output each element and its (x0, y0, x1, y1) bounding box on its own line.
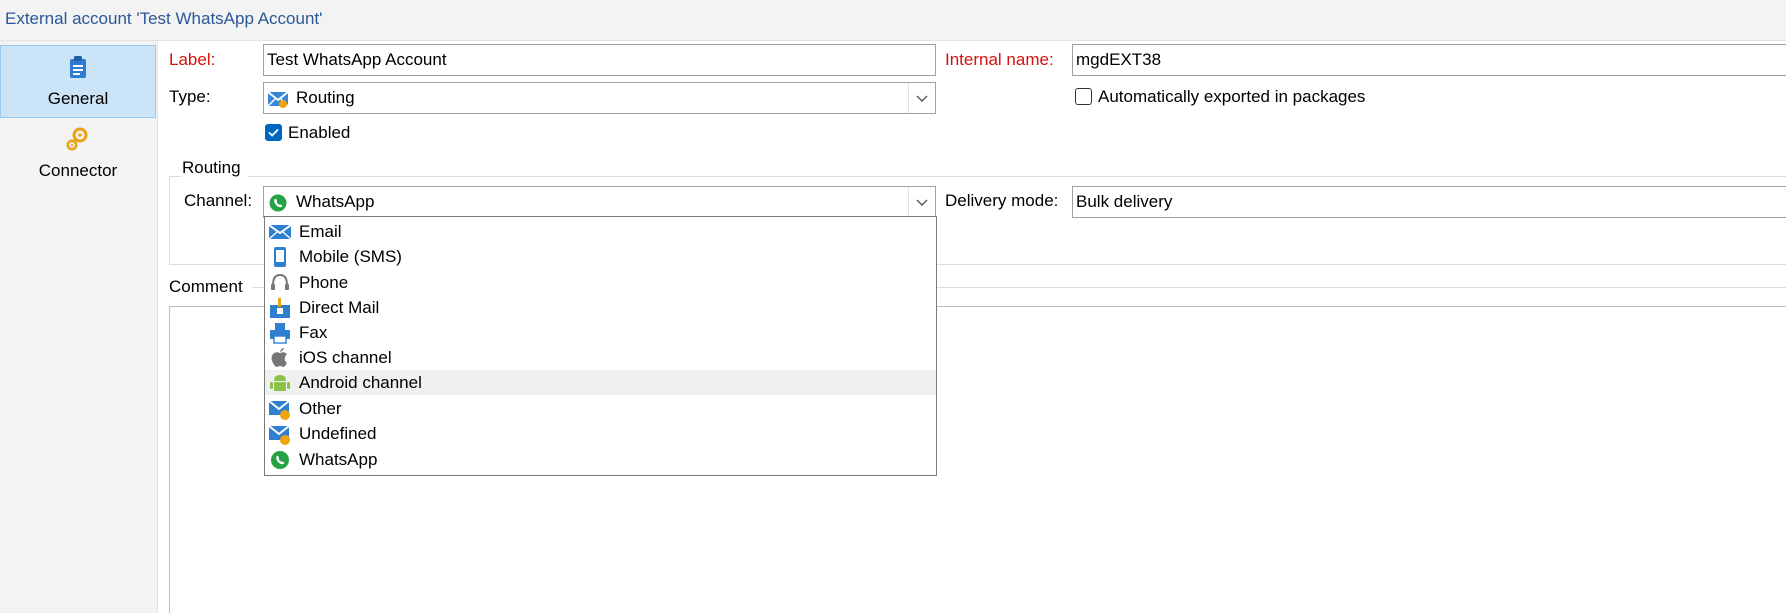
dropdown-item-android-channel[interactable]: Android channel (265, 370, 936, 395)
tab-general-label: General (47, 89, 109, 108)
window-titlebar: External account 'Test WhatsApp Account' (0, 0, 1786, 41)
dropdown-item-label: Mobile (SMS) (299, 247, 402, 266)
dropdown-item-direct-mail[interactable]: Direct Mail (265, 295, 936, 320)
label-input[interactable]: Test WhatsApp Account (263, 44, 936, 76)
mailbox-icon (270, 298, 290, 318)
mobile-icon (274, 247, 286, 267)
checkmark-icon (268, 128, 279, 137)
channel-select-value: WhatsApp (296, 192, 375, 211)
delivery-mode-select[interactable]: Bulk delivery (1072, 186, 1786, 218)
tab-connector-label: Connector (38, 161, 118, 180)
routing-group-border-top (248, 176, 1786, 177)
auto-export-checkbox[interactable] (1075, 88, 1092, 105)
dropdown-item-label: Android channel (299, 373, 422, 392)
type-select-value: Routing (296, 88, 355, 107)
routing-group-border-left (169, 176, 170, 264)
delivery-mode-caption: Delivery mode: (945, 191, 1059, 210)
android-icon (270, 375, 290, 391)
chevron-down-icon[interactable] (908, 83, 935, 113)
label-caption: Label: (169, 50, 216, 69)
email-icon (269, 224, 291, 240)
enabled-label: Enabled (288, 123, 351, 142)
dropdown-item-phone[interactable]: Phone (265, 270, 936, 295)
tab-general[interactable]: General (0, 45, 156, 118)
chevron-down-icon[interactable] (908, 187, 935, 217)
dropdown-item-mobile-sms[interactable]: Mobile (SMS) (265, 244, 936, 269)
routing-group-title: Routing (182, 158, 241, 177)
channel-dropdown-list[interactable]: Email Mobile (SMS) Phone Direct Mail Fax (264, 216, 937, 476)
clipboard-icon (70, 56, 86, 78)
gears-icon (66, 127, 88, 151)
comment-group-title: Comment (169, 277, 243, 296)
dropdown-item-fax[interactable]: Fax (265, 320, 936, 345)
routing-icon (268, 91, 288, 108)
dropdown-item-label: WhatsApp (299, 450, 378, 469)
dropdown-item-ios-channel[interactable]: iOS channel (265, 345, 936, 370)
dropdown-item-label: Other (299, 399, 342, 418)
dropdown-item-label: Direct Mail (299, 298, 380, 317)
dropdown-item-label: iOS channel (299, 348, 392, 367)
type-select[interactable]: Routing (263, 82, 936, 114)
sidebar: General Connector (0, 41, 158, 613)
whatsapp-icon (271, 451, 289, 469)
dropdown-item-email[interactable]: Email (265, 219, 936, 244)
fax-icon (270, 323, 290, 344)
tab-connector[interactable]: Connector (0, 118, 156, 191)
apple-icon (271, 348, 287, 367)
enabled-checkbox[interactable] (265, 124, 282, 141)
dropdown-item-other[interactable]: Other (265, 396, 936, 421)
dropdown-item-label: Fax (299, 323, 328, 342)
routing-group-border-top-left (169, 176, 181, 177)
headset-icon (271, 273, 289, 290)
envelope-other-icon (269, 400, 290, 420)
dropdown-item-whatsapp[interactable]: WhatsApp (265, 447, 936, 472)
dropdown-item-label: Email (299, 222, 342, 241)
auto-export-label: Automatically exported in packages (1098, 87, 1366, 106)
window-title: External account 'Test WhatsApp Account' (5, 9, 323, 28)
dropdown-item-label: Undefined (299, 424, 377, 443)
channel-select[interactable]: WhatsApp (263, 186, 936, 218)
dropdown-item-undefined[interactable]: Undefined (265, 421, 936, 446)
dropdown-item-label: Phone (299, 273, 349, 292)
internal-name-caption: Internal name: (945, 50, 1054, 69)
whatsapp-icon (269, 194, 287, 212)
envelope-undefined-icon (269, 425, 290, 445)
type-caption: Type: (169, 87, 211, 106)
channel-caption: Channel: (184, 191, 253, 210)
internal-name-input[interactable]: mgdEXT38 (1072, 44, 1786, 76)
